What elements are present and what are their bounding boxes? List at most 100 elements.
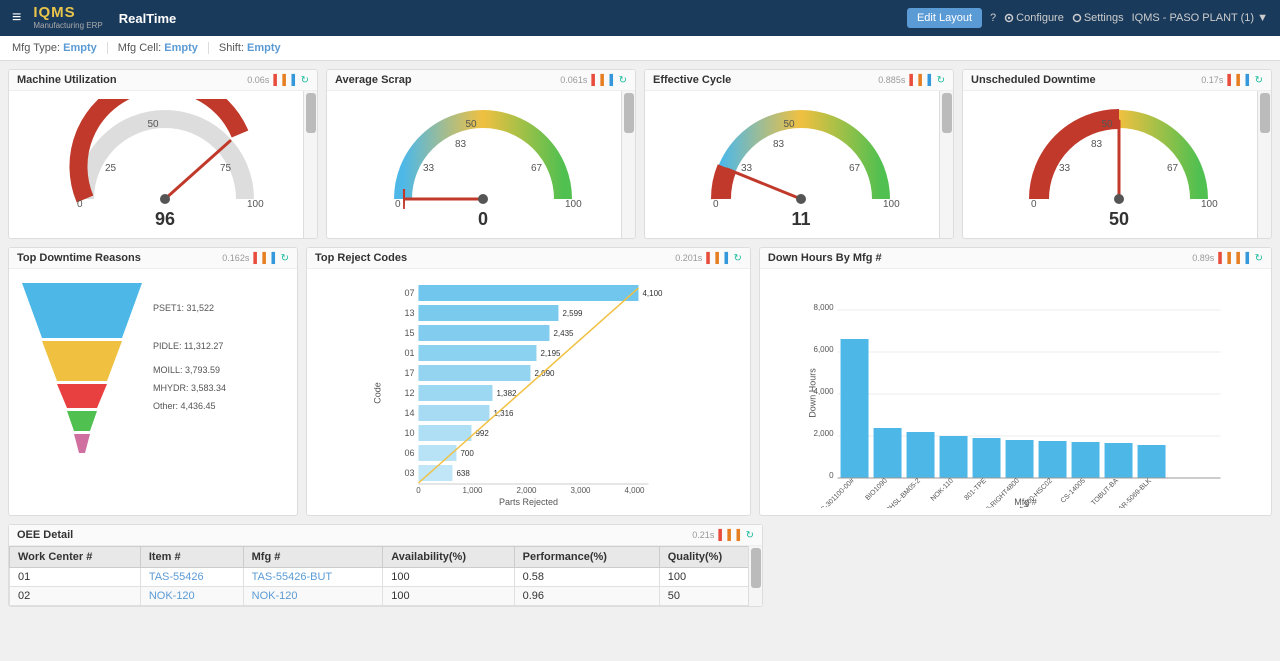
configure-link[interactable]: Configure <box>1004 12 1064 24</box>
bar-icon-blue-cycle[interactable]: ▌ <box>928 75 935 86</box>
svg-text:83: 83 <box>773 139 785 150</box>
bar-icon-orange2-oee[interactable]: ▌ <box>737 530 744 541</box>
header-right: Edit Layout ? Configure Settings IQMS - … <box>907 8 1268 28</box>
bar-icon-orange-dh[interactable]: ▌ <box>1227 253 1234 264</box>
svg-text:01: 01 <box>404 348 414 358</box>
bar-icon-red-downtime[interactable]: ▌ <box>1227 75 1234 86</box>
bar-icon-blue-td[interactable]: ▌ <box>272 253 279 264</box>
refresh-icon-reject[interactable]: ↻ <box>734 253 742 264</box>
bar-icon-orange2-dh[interactable]: ▌ <box>1236 253 1243 264</box>
bar-icon-orange-downtime[interactable]: ▌ <box>1236 75 1243 86</box>
bar-icon-orange-td[interactable]: ▌ <box>262 253 269 264</box>
oee-scrollbar[interactable] <box>748 546 762 606</box>
svg-text:50: 50 <box>465 119 477 130</box>
bar-icon-red-oee[interactable]: ▌ <box>718 530 725 541</box>
refresh-icon-downtime[interactable]: ↻ <box>1255 75 1263 86</box>
svg-text:2,435: 2,435 <box>553 329 574 338</box>
svg-text:801-TPE: 801-TPE <box>963 477 988 502</box>
widget-body-reject: Code 07 4,100 13 2,599 15 2,435 <box>307 269 750 515</box>
header: ≡ IQMS Manufacturing ERP RealTime Edit L… <box>0 0 1280 36</box>
help-link[interactable]: ? <box>990 12 996 24</box>
col-mfg: Mfg # <box>243 547 383 568</box>
svg-text:33: 33 <box>741 163 753 174</box>
svg-text:0: 0 <box>829 471 834 480</box>
gauge-svg-scrap: 0 50 100 33 67 83 <box>383 99 583 219</box>
edit-layout-button[interactable]: Edit Layout <box>907 8 982 28</box>
svg-text:4,000: 4,000 <box>624 486 645 495</box>
bar-icon-red-td[interactable]: ▌ <box>253 253 260 264</box>
widget-oee-detail: OEE Detail 0.21s ▌ ▌ ▌ ↻ Work Center # I… <box>8 524 763 607</box>
widget-icons-down-hours: ▌ ▌ ▌ ▌ ↻ <box>1218 253 1263 264</box>
refresh-icon-cycle[interactable]: ↻ <box>937 75 945 86</box>
vbar-chart-svg: Down Hours 0 2,000 4,000 6,000 8,000 <box>764 273 1267 508</box>
svg-text:07: 07 <box>404 288 414 298</box>
svg-text:2,000: 2,000 <box>813 429 834 438</box>
bar-icon-orange-cycle[interactable]: ▌ <box>918 75 925 86</box>
widget-machine-utilization: Machine Utilization 0.06s ▌ ▌ ▌ ↻ <box>8 69 318 239</box>
widget-header-average-scrap: Average Scrap 0.061s ▌ ▌ ▌ ↻ <box>327 70 635 91</box>
col-quality: Quality(%) <box>659 547 761 568</box>
widget-header-reject: Top Reject Codes 0.201s ▌ ▌ ▌ ↻ <box>307 248 750 269</box>
svg-text:67: 67 <box>1167 163 1179 174</box>
bar-icon-orange-reject[interactable]: ▌ <box>715 253 722 264</box>
widget-body-top-downtime: PSET1: 31,522 PIDLE: 11,312.27 MOILL: 3,… <box>9 269 297 497</box>
svg-text:50: 50 <box>1101 119 1113 130</box>
bar-icon-blue[interactable]: ▌ <box>292 75 299 86</box>
refresh-icon-oee[interactable]: ↻ <box>746 530 754 541</box>
scroll-cycle[interactable] <box>939 91 953 238</box>
gauge-value-scrap: 0 <box>478 209 488 230</box>
bar-icon-orange[interactable]: ▌ <box>282 75 289 86</box>
bar-icon-blue-scrap[interactable]: ▌ <box>610 75 617 86</box>
bar-icon-blue-dh[interactable]: ▌ <box>1246 253 1253 264</box>
refresh-icon-td[interactable]: ↻ <box>281 253 289 264</box>
svg-text:75: 75 <box>220 163 232 174</box>
refresh-icon-dh[interactable]: ↻ <box>1255 253 1263 264</box>
bar-icon-red-scrap[interactable]: ▌ <box>591 75 598 86</box>
scroll-machine[interactable] <box>303 91 317 238</box>
cell-mfg[interactable]: TAS-55426-BUT <box>243 568 383 587</box>
gauge-value-machine: 96 <box>155 209 175 230</box>
svg-text:10: 10 <box>404 428 414 438</box>
funnel-label-3: MHYDR: 3,583.34 <box>153 383 226 393</box>
bar-icon-blue-downtime[interactable]: ▌ <box>1246 75 1253 86</box>
bar-icon-red-reject[interactable]: ▌ <box>706 253 713 264</box>
oee-table-header-row: Work Center # Item # Mfg # Availability(… <box>10 547 762 568</box>
filter-mfg-cell: Mfg Cell: Empty <box>108 42 209 54</box>
svg-text:15: 15 <box>404 328 414 338</box>
widget-icons: ▌ ▌ ▌ ↻ <box>273 75 309 86</box>
oee-meta: 0.21s <box>692 530 714 540</box>
bar-icon-red-cycle[interactable]: ▌ <box>909 75 916 86</box>
bar-icon-blue-reject[interactable]: ▌ <box>724 253 731 264</box>
main-content: Machine Utilization 0.06s ▌ ▌ ▌ ↻ <box>0 61 1280 615</box>
cell-item[interactable]: NOK-120 <box>140 587 243 606</box>
scroll-downtime[interactable] <box>1257 91 1271 238</box>
table-row: 01 TAS-55426 TAS-55426-BUT 100 0.58 100 <box>10 568 762 587</box>
bar-icon-orange-oee[interactable]: ▌ <box>727 530 734 541</box>
widget-body-downtime: 0 50 100 33 67 83 50 <box>963 91 1271 238</box>
svg-text:67: 67 <box>849 163 861 174</box>
bar-icon-red-dh[interactable]: ▌ <box>1218 253 1225 264</box>
refresh-icon[interactable]: ↻ <box>301 75 309 86</box>
cell-item[interactable]: TAS-55426 <box>140 568 243 587</box>
bar-icon-orange-scrap[interactable]: ▌ <box>600 75 607 86</box>
bar-icon-red[interactable]: ▌ <box>273 75 280 86</box>
cell-mfg[interactable]: NOK-120 <box>243 587 383 606</box>
filter-bar: Mfg Type: Empty Mfg Cell: Empty Shift: E… <box>0 36 1280 61</box>
menu-icon[interactable]: ≡ <box>12 9 21 27</box>
svg-text:100: 100 <box>1201 199 1218 210</box>
svg-text:03: 03 <box>404 468 414 478</box>
user-menu[interactable]: IQMS - PASO PLANT (1) ▼ <box>1132 12 1268 24</box>
svg-text:0: 0 <box>395 199 401 210</box>
refresh-icon-scrap[interactable]: ↻ <box>619 75 627 86</box>
scroll-scrap[interactable] <box>621 91 635 238</box>
svg-text:700: 700 <box>460 449 474 458</box>
widget-icons-top-downtime: ▌ ▌ ▌ ↻ <box>253 253 289 264</box>
settings-link[interactable]: Settings <box>1072 12 1124 24</box>
funnel-label-0: PSET1: 31,522 <box>153 303 226 313</box>
cell-work-center: 01 <box>10 568 141 587</box>
svg-text:2,195: 2,195 <box>540 349 561 358</box>
svg-text:Parts Rejected: Parts Rejected <box>499 497 558 507</box>
widget-icons-scrap: ▌ ▌ ▌ ↻ <box>591 75 627 86</box>
svg-text:Mfg #: Mfg # <box>1014 497 1037 507</box>
gauge-svg-machine: 0 50 100 25 75 <box>65 99 265 219</box>
